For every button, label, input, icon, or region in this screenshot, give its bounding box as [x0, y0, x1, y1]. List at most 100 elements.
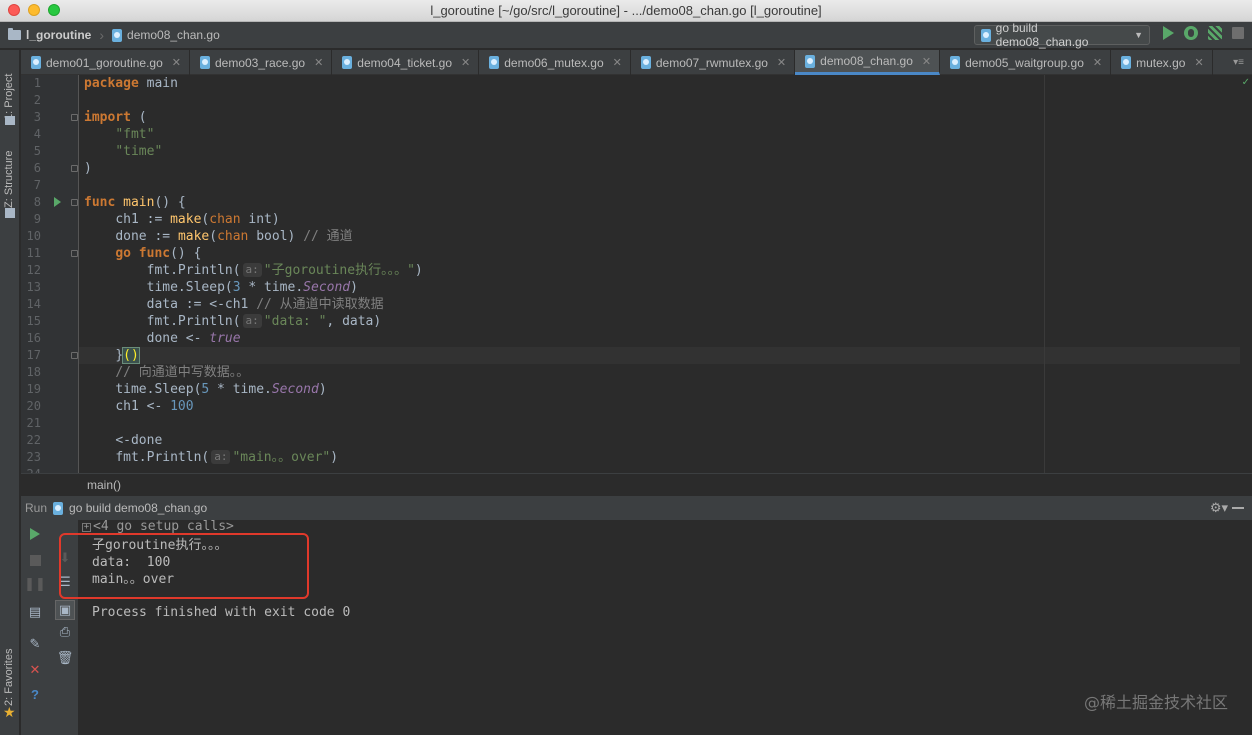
line-number: 23: [26, 450, 41, 464]
go-file-icon: [981, 28, 991, 42]
layout-icon[interactable]: ▤: [27, 604, 43, 620]
editor-scrollbar[interactable]: ✓: [1240, 75, 1252, 473]
code-line: time.Sleep(5 * time.Second): [115, 382, 327, 397]
close-icon[interactable]: ✕: [27, 662, 43, 678]
tab-mutex[interactable]: mutex.go ✕: [1111, 50, 1213, 75]
maximize-window-button[interactable]: [48, 4, 60, 16]
rerun-button[interactable]: [27, 526, 43, 542]
check-icon: ✓: [1241, 77, 1250, 88]
process-exit-message: Process finished with exit code 0: [92, 605, 351, 620]
run-with-coverage-button[interactable]: [1208, 26, 1222, 40]
chevron-down-icon: ▼: [1134, 30, 1143, 40]
trash-icon[interactable]: 🗑: [57, 650, 74, 666]
line-number: 22: [26, 433, 41, 447]
run-config-tab[interactable]: go build demo08_chan.go: [69, 501, 207, 515]
line-number: 11: [26, 246, 41, 260]
tab-demo07-rwmutex[interactable]: demo07_rwmutex.go ✕: [631, 50, 796, 75]
line-number: 5: [33, 144, 41, 158]
close-icon[interactable]: ✕: [922, 55, 931, 68]
close-icon[interactable]: ✕: [1093, 56, 1102, 69]
tabs-overflow-icon[interactable]: ▾≡: [1225, 50, 1252, 74]
scroll-to-end-icon[interactable]: ▣: [55, 600, 75, 620]
close-window-button[interactable]: [8, 4, 20, 16]
run-console-output[interactable]: + <4 go setup calls> 子goroutine执行。。。 data…: [59, 519, 1252, 735]
code-line: ch1 := make(chan int): [115, 212, 280, 227]
code-line: package main: [84, 76, 178, 91]
code-line: time.Sleep(3 * time.Second): [146, 280, 358, 295]
tab-demo06-mutex[interactable]: demo06_mutex.go ✕: [479, 50, 631, 75]
code-line: done := make(chan bool) // 通道: [115, 229, 353, 244]
fold-marker-icon[interactable]: [71, 352, 78, 359]
code-line: import (: [84, 110, 147, 125]
run-toolbar: [1163, 26, 1244, 40]
debug-button[interactable]: [1184, 26, 1198, 40]
watermark: @稀土掘金技术社区: [1083, 693, 1228, 712]
star-icon: ★: [3, 704, 16, 720]
line-number: 8: [33, 195, 41, 209]
window-titlebar: l_goroutine [~/go/src/l_goroutine] - ...…: [0, 0, 1252, 22]
line-number: 24: [21, 466, 41, 473]
line-number: 9: [33, 212, 41, 226]
close-icon[interactable]: ✕: [613, 56, 622, 69]
tab-demo03-race[interactable]: demo03_race.go ✕: [190, 50, 333, 75]
line-number: 13: [26, 280, 41, 294]
code-line: ch1 <- 100: [115, 399, 194, 414]
code-line: "fmt": [115, 127, 155, 142]
gear-icon[interactable]: ⚙▾: [1210, 500, 1228, 516]
stop-button[interactable]: [27, 552, 43, 568]
go-file-icon: [950, 56, 961, 69]
stop-button[interactable]: [1232, 27, 1244, 39]
run-configuration-select[interactable]: go build demo08_chan.go ▼: [974, 21, 1150, 49]
close-icon[interactable]: ✕: [172, 56, 181, 69]
fold-marker-icon[interactable]: [71, 199, 78, 206]
pause-icon[interactable]: ❚❚: [24, 576, 46, 592]
editor-breadcrumb[interactable]: main(): [21, 473, 1252, 495]
line-number: 3: [33, 110, 41, 124]
expand-icon[interactable]: +: [82, 523, 91, 532]
code-line: fmt.Println(a: "子goroutine执行。。。"): [146, 263, 423, 278]
project-tool-tab[interactable]: 1: Project: [0, 58, 20, 128]
structure-tool-tab[interactable]: Z: Structure: [0, 146, 20, 226]
right-margin-guide: [1044, 75, 1045, 473]
close-icon[interactable]: ✕: [314, 56, 323, 69]
help-icon[interactable]: ?: [27, 686, 43, 702]
go-file-icon: [805, 54, 816, 68]
run-button[interactable]: [1163, 26, 1174, 40]
line-number: 12: [26, 263, 41, 277]
go-file-icon: [199, 56, 210, 69]
close-icon[interactable]: ✕: [1194, 56, 1203, 69]
line-number: 4: [33, 127, 41, 141]
run-main-gutter-icon[interactable]: [54, 197, 61, 207]
code-line: <-done: [115, 433, 163, 448]
tab-demo04-ticket[interactable]: demo04_ticket.go ✕: [332, 50, 480, 75]
close-icon[interactable]: ✕: [461, 56, 470, 69]
fold-marker-icon[interactable]: [71, 165, 78, 172]
fold-marker-icon[interactable]: [71, 250, 78, 257]
go-file-icon: [31, 56, 41, 69]
code-line: // 向通道中写数据。。: [115, 365, 250, 380]
line-number: 17: [26, 348, 41, 362]
code-line: ): [84, 161, 92, 176]
minimize-window-button[interactable]: [28, 4, 40, 16]
code-line: fmt.Println(a: "data: ", data): [146, 314, 382, 329]
line-number: 20: [26, 399, 41, 413]
breadcrumb-file[interactable]: demo08_chan.go: [104, 22, 228, 49]
favorites-tool-tab[interactable]: 2: Favorites ★: [0, 640, 20, 720]
window-title: l_goroutine [~/go/src/l_goroutine] - ...…: [430, 3, 822, 18]
tab-demo08-chan[interactable]: demo08_chan.go ✕: [795, 50, 941, 75]
code-editor[interactable]: 1 2 3 4 5 6 7 8 9 10 11 12 13 14 15 16 1…: [21, 75, 1252, 473]
close-icon[interactable]: ✕: [777, 56, 786, 69]
go-file-icon: [640, 56, 651, 69]
project-icon: [5, 116, 15, 125]
console-output-line: data: 100: [92, 555, 171, 570]
go-file-icon: [53, 501, 64, 515]
fold-marker-icon[interactable]: [71, 114, 78, 121]
pin-icon[interactable]: ✎: [27, 636, 43, 652]
tab-demo01-goroutine[interactable]: demo01_goroutine.go ✕: [21, 50, 190, 75]
breadcrumb-project[interactable]: l_goroutine: [0, 22, 99, 49]
print-icon[interactable]: ⎙: [57, 624, 73, 640]
line-number: 15: [26, 314, 41, 328]
tab-demo05-waitgroup[interactable]: demo05_waitgroup.go ✕: [940, 50, 1112, 75]
code-line: data := <-ch1 // 从通道中读取数据: [146, 297, 384, 312]
minimize-icon[interactable]: [1232, 507, 1244, 509]
